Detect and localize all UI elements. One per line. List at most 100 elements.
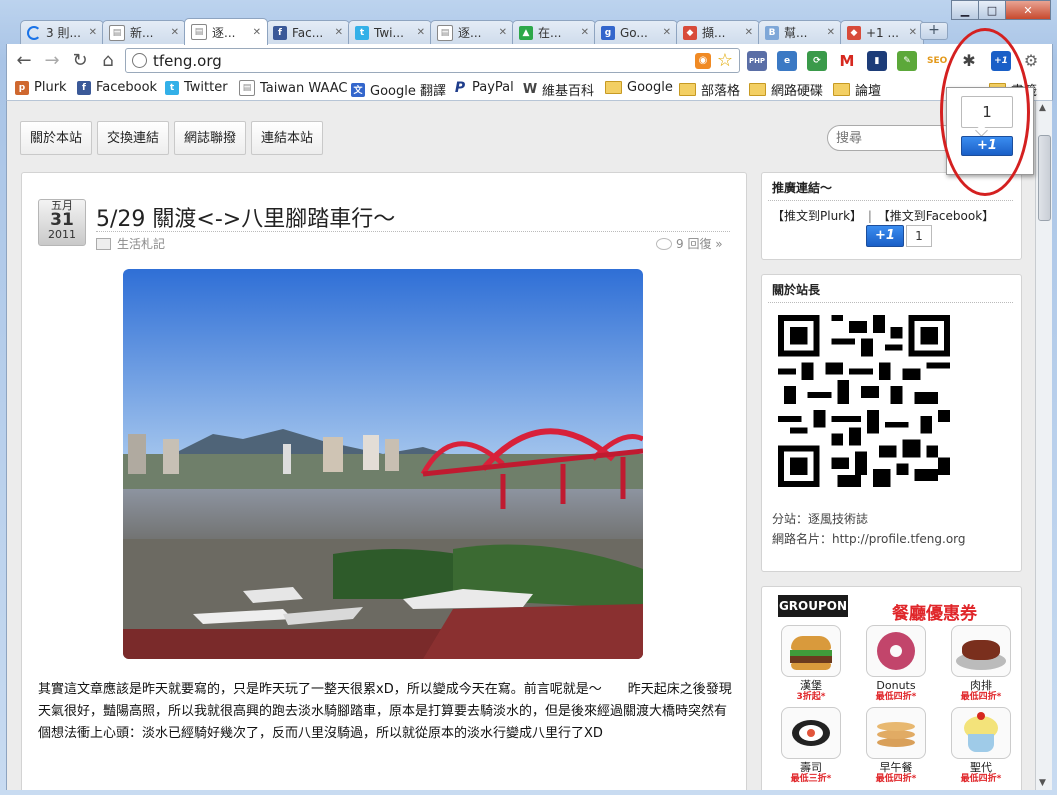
tab-label: 幫... bbox=[784, 26, 808, 40]
folder-icon bbox=[605, 81, 622, 94]
close-tab-icon[interactable]: ✕ bbox=[823, 27, 835, 38]
post-title[interactable]: 5/29 關渡<->八里腳踏車行～ bbox=[96, 201, 395, 233]
deal-donuts[interactable]: Donuts 最低四折* bbox=[865, 625, 927, 702]
popup-plusone-button[interactable]: +1 bbox=[961, 136, 1013, 156]
promo-widget: 推廣連結～ 【推文到Plurk】 | 【推文到Facebook】 +1 1 bbox=[761, 172, 1022, 260]
bug-icon[interactable]: ✱ bbox=[959, 51, 979, 71]
bookmark-facebook[interactable]: f Facebook bbox=[77, 80, 157, 95]
folder-icon bbox=[679, 83, 696, 96]
new-tab-button[interactable]: + bbox=[920, 22, 948, 40]
sync-icon[interactable]: ⟳ bbox=[807, 51, 827, 71]
bookmark-plurk[interactable]: p Plurk bbox=[15, 80, 67, 95]
bookmark-folder-google[interactable]: Google bbox=[605, 80, 673, 95]
share-links: 【推文到Plurk】 | 【推文到Facebook】 bbox=[772, 207, 994, 224]
bookmark-taiwan-waac[interactable]: ▤ Taiwan WAAC bbox=[239, 80, 347, 96]
nav-blog-network[interactable]: 網誌聯撥 bbox=[174, 121, 247, 155]
rss-icon[interactable]: ◉ bbox=[695, 53, 711, 69]
bookmark-google-translate[interactable]: 文 Google 翻譯 bbox=[351, 80, 446, 99]
reload-button[interactable]: ↻ bbox=[69, 50, 91, 72]
post-replies-link[interactable]: 9 回復 » bbox=[656, 235, 723, 252]
post-body: 其實這文章應該是昨天就要寫的，只是昨天玩了一整天很累xD，所以變成今天在寫。前言… bbox=[38, 682, 732, 741]
facebook-icon: f bbox=[77, 80, 91, 95]
folder-icon bbox=[833, 83, 850, 96]
sushi-icon bbox=[781, 707, 841, 759]
tab-6[interactable]: ▤ 逐... ✕ bbox=[430, 20, 514, 44]
share-plurk-link[interactable]: 【推文到Plurk】 bbox=[772, 209, 862, 223]
wrench-icon[interactable]: ⚙ bbox=[1021, 51, 1041, 71]
bookmark-twitter[interactable]: t Twitter bbox=[165, 80, 228, 95]
plusone-button[interactable]: +1 bbox=[866, 225, 904, 247]
bookmark-label: PayPal bbox=[472, 80, 514, 95]
close-tab-icon[interactable]: ✕ bbox=[249, 27, 261, 38]
scroll-thumb[interactable] bbox=[1038, 135, 1051, 221]
search-input[interactable] bbox=[827, 125, 957, 151]
tab-1[interactable]: 3 則... ✕ bbox=[20, 20, 104, 44]
wikipedia-icon: W bbox=[522, 82, 538, 97]
close-tab-icon[interactable]: ✕ bbox=[331, 27, 343, 38]
close-tab-icon[interactable]: ✕ bbox=[85, 27, 97, 38]
php-icon[interactable]: PHP bbox=[747, 51, 767, 71]
deal-burger[interactable]: 漢堡 3折起* bbox=[780, 625, 842, 702]
star-icon[interactable]: ☆ bbox=[717, 50, 733, 71]
loading-icon bbox=[27, 25, 41, 40]
forward-button[interactable]: → bbox=[41, 50, 63, 72]
tab-7[interactable]: ▲ 在... ✕ bbox=[512, 20, 596, 44]
bookmark-folder-blog[interactable]: 部落格 bbox=[679, 80, 740, 99]
deal-sundae[interactable]: 聖代 最低四折* bbox=[950, 707, 1012, 784]
bookmark-folder-forum[interactable]: 論壇 bbox=[833, 80, 881, 99]
tab-11[interactable]: ◆ +1 ... ✕ bbox=[840, 20, 924, 44]
about-subsite[interactable]: 分站：逐風技術誌 bbox=[772, 510, 868, 527]
folder-icon bbox=[749, 83, 766, 96]
ie-icon[interactable]: e bbox=[777, 51, 797, 71]
bookmark-paypal[interactable]: P PayPal bbox=[453, 80, 514, 96]
tab-9[interactable]: ◆ 擷... ✕ bbox=[676, 20, 760, 44]
minimize-button[interactable]: ▁ bbox=[951, 0, 979, 20]
deal-price: 最低四折* bbox=[875, 774, 917, 784]
share-facebook-link[interactable]: 【推文到Facebook】 bbox=[878, 209, 994, 223]
tab-3-active[interactable]: ▤ 逐... ✕ bbox=[184, 18, 268, 45]
scroll-down-icon[interactable]: ▼ bbox=[1039, 778, 1046, 788]
deal-sushi[interactable]: 壽司 最低三折* bbox=[780, 707, 842, 784]
groupon-logo[interactable]: GROUPON bbox=[778, 595, 848, 617]
home-button[interactable]: ⌂ bbox=[97, 50, 119, 72]
promo-divider bbox=[768, 200, 1013, 201]
address-bar[interactable]: tfeng.org ◉ ☆ bbox=[125, 48, 740, 73]
gmail-icon[interactable]: M bbox=[837, 51, 857, 71]
close-tab-icon[interactable]: ✕ bbox=[495, 27, 507, 38]
seo-icon[interactable]: SEO bbox=[927, 51, 947, 71]
stats-icon[interactable]: ▮ bbox=[867, 51, 887, 71]
about-title: 關於站長 bbox=[772, 283, 821, 297]
vertical-scrollbar[interactable]: ▲ ▼ bbox=[1035, 101, 1052, 790]
groupon-headline[interactable]: 餐廳優惠券 bbox=[892, 599, 977, 624]
close-tab-icon[interactable]: ✕ bbox=[741, 27, 753, 38]
tab-2[interactable]: ▤ 新... ✕ bbox=[102, 20, 186, 44]
close-tab-icon[interactable]: ✕ bbox=[413, 27, 425, 38]
tab-4[interactable]: f Fac... ✕ bbox=[266, 20, 350, 44]
bookmark-folder-cloud[interactable]: 網路硬碟 bbox=[749, 80, 823, 99]
deal-brunch[interactable]: 早午餐 最低四折* bbox=[865, 707, 927, 784]
about-profile-link[interactable]: 網路名片：http://profile.tfeng.org bbox=[772, 530, 966, 547]
maximize-button[interactable]: □ bbox=[978, 0, 1006, 20]
deal-steak[interactable]: 肉排 最低四折* bbox=[950, 625, 1012, 702]
steak-icon bbox=[951, 625, 1011, 677]
back-button[interactable]: ← bbox=[13, 50, 35, 72]
evernote-icon[interactable]: ✎ bbox=[897, 51, 917, 71]
nav-about-site[interactable]: 關於本站 bbox=[20, 121, 93, 155]
tab-8[interactable]: g Go... ✕ bbox=[594, 20, 678, 44]
close-window-button[interactable]: ✕ bbox=[1005, 0, 1051, 20]
url-text: tfeng.org bbox=[153, 52, 222, 70]
post-category[interactable]: 生活札記 bbox=[96, 235, 165, 252]
bookmark-wikipedia[interactable]: W 維基百科 bbox=[523, 80, 594, 99]
close-tab-icon[interactable]: ✕ bbox=[167, 27, 179, 38]
plusone-icon[interactable]: +1 bbox=[991, 51, 1011, 71]
close-tab-icon[interactable]: ✕ bbox=[905, 27, 917, 38]
scroll-up-icon[interactable]: ▲ bbox=[1039, 103, 1046, 113]
tab-10[interactable]: B 幫... ✕ bbox=[758, 20, 842, 44]
nav-link-to-site[interactable]: 連結本站 bbox=[251, 121, 324, 155]
twitter-icon: t bbox=[165, 80, 179, 95]
close-tab-icon[interactable]: ✕ bbox=[659, 27, 671, 38]
deal-price: 3折起* bbox=[796, 692, 826, 702]
tab-5[interactable]: t Twi... ✕ bbox=[348, 20, 432, 44]
nav-link-exchange[interactable]: 交換連結 bbox=[97, 121, 170, 155]
close-tab-icon[interactable]: ✕ bbox=[577, 27, 589, 38]
